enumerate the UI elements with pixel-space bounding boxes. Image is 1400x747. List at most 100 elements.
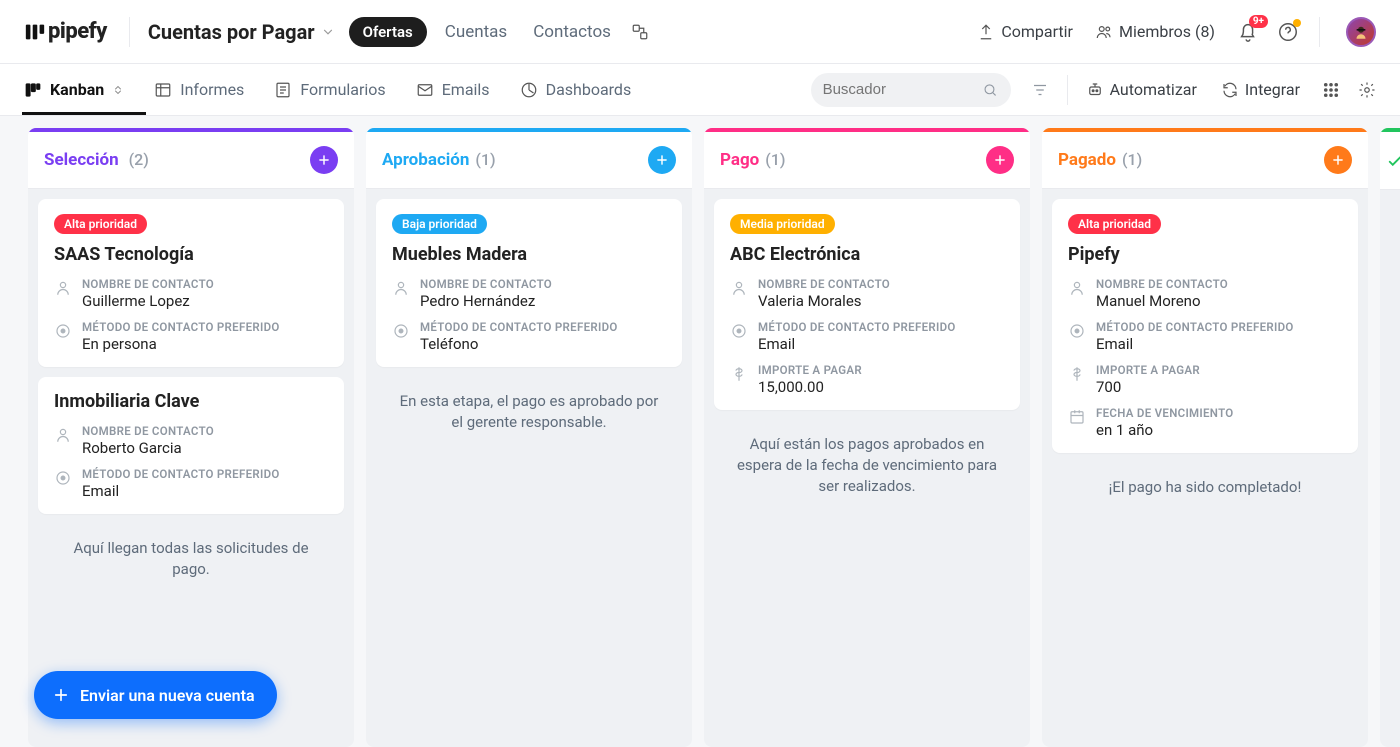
check-icon (1386, 152, 1400, 170)
person-icon (54, 426, 72, 444)
field-label: NOMBRE DE CONTACTO (82, 277, 214, 291)
nav-cuentas[interactable]: Cuentas (445, 22, 507, 42)
field-label: NOMBRE DE CONTACTO (1096, 277, 1228, 291)
column-title: Pago (720, 150, 759, 170)
tab-formularios[interactable]: Formularios (274, 80, 385, 99)
card-abc[interactable]: Media prioridad ABC Electrónica NOMBRE D… (714, 199, 1020, 410)
tab-kanban[interactable]: Kanban (24, 80, 124, 99)
amount-value: 15,000.00 (758, 378, 862, 396)
contact-value: Manuel Moreno (1096, 292, 1228, 310)
add-card-button[interactable] (310, 146, 338, 174)
plus-icon (1331, 153, 1345, 167)
add-card-button[interactable] (986, 146, 1014, 174)
filter-icon[interactable] (1031, 81, 1049, 99)
column-next-peek[interactable] (1380, 128, 1400, 747)
person-icon (392, 279, 410, 297)
divider (129, 17, 130, 47)
card-inmobiliaria[interactable]: Inmobiliaria Clave NOMBRE DE CONTACTORob… (38, 377, 344, 514)
kanban-icon (24, 81, 42, 99)
method-value: Email (758, 335, 956, 353)
mail-icon (416, 81, 434, 99)
due-value: en 1 año (1096, 421, 1234, 439)
plus-icon (993, 153, 1007, 167)
calendar-icon (1068, 408, 1086, 426)
field-label: NOMBRE DE CONTACTO (758, 277, 890, 291)
share-button[interactable]: Compartir (977, 22, 1073, 41)
avatar[interactable] (1346, 17, 1376, 47)
person-icon (1068, 279, 1086, 297)
ofertas-chip[interactable]: Ofertas (349, 17, 427, 47)
field-label: NOMBRE DE CONTACTO (420, 277, 552, 291)
field-label: IMPORTE A PAGAR (758, 363, 862, 377)
chevron-down-icon[interactable] (321, 25, 335, 39)
top-bar: pipefy Cuentas por Pagar Ofertas Cuentas… (0, 0, 1400, 64)
tab-dashboards[interactable]: Dashboards (520, 80, 632, 99)
column-header: Selección (2) (28, 132, 354, 189)
tab-informes[interactable]: Informes (154, 80, 244, 99)
second-bar: Kanban Informes Formularios Emails Dashb… (0, 64, 1400, 116)
automate-button[interactable]: Automatizar (1086, 80, 1197, 99)
card-title: Inmobiliaria Clave (54, 391, 328, 412)
contact-value: Roberto Garcia (82, 439, 214, 457)
search-icon (982, 81, 998, 99)
priority-pill: Media prioridad (730, 214, 835, 234)
column-title: Aprobación (382, 150, 469, 170)
robot-icon (1086, 81, 1104, 99)
card-title: Pipefy (1068, 244, 1342, 265)
dollar-icon (1068, 365, 1086, 383)
apps-icon[interactable] (1322, 81, 1340, 99)
divider (1067, 75, 1068, 105)
method-value: Teléfono (420, 335, 618, 353)
column-aprobacion: Aprobación (1) Baja prioridad Muebles Mad… (366, 128, 692, 747)
plus-icon (655, 153, 669, 167)
column-title: Pagado (1058, 150, 1116, 170)
sort-icon (112, 82, 124, 98)
person-icon (730, 279, 748, 297)
integrate-button[interactable]: Integrar (1221, 80, 1300, 99)
connections-icon[interactable] (631, 23, 649, 41)
priority-pill: Alta prioridad (1068, 214, 1161, 234)
column-count: (1) (765, 150, 785, 169)
card-title: SAAS Tecnología (54, 244, 328, 265)
priority-pill: Baja prioridad (392, 214, 487, 234)
field-label: MÉTODO DE CONTACTO PREFERIDO (420, 320, 618, 334)
search-input[interactable] (823, 81, 983, 98)
column-count: (1) (1122, 150, 1142, 169)
help-button[interactable] (1277, 21, 1299, 43)
logo[interactable]: pipefy (24, 19, 107, 44)
gear-icon[interactable] (1358, 81, 1376, 99)
help-dot (1293, 19, 1301, 27)
add-card-button[interactable] (1324, 146, 1352, 174)
method-value: Email (82, 482, 280, 500)
card-title: Muebles Madera (392, 244, 666, 265)
column-hint: Aquí llegan todas las solicitudes de pag… (38, 524, 344, 594)
tab-kanban-label: Kanban (50, 80, 104, 99)
contact-value: Pedro Hernández (420, 292, 552, 310)
pipe-name[interactable]: Cuentas por Pagar (148, 20, 315, 44)
search-box[interactable] (811, 73, 1011, 107)
refresh-icon (1221, 81, 1239, 99)
share-icon (977, 23, 995, 41)
new-account-fab[interactable]: Enviar una nueva cuenta (34, 671, 277, 719)
column-count: (1) (475, 150, 495, 169)
column-title: Selección (44, 150, 119, 170)
field-label: MÉTODO DE CONTACTO PREFERIDO (82, 467, 280, 481)
radio-icon (54, 322, 72, 340)
table-icon (154, 81, 172, 99)
notifications-button[interactable]: 9+ (1237, 21, 1259, 43)
card-saas[interactable]: Alta prioridad SAAS Tecnología NOMBRE DE… (38, 199, 344, 367)
card-pipefy[interactable]: Alta prioridad Pipefy NOMBRE DE CONTACTO… (1052, 199, 1358, 453)
form-icon (274, 81, 292, 99)
members-button[interactable]: Miembros (8) (1095, 22, 1215, 41)
integrate-label: Integrar (1245, 80, 1300, 99)
tab-emails[interactable]: Emails (416, 80, 490, 99)
dollar-icon (730, 365, 748, 383)
nav-contactos[interactable]: Contactos (533, 22, 611, 42)
column-pago: Pago (1) Media prioridad ABC Electrónica … (704, 128, 1030, 747)
avatar-face-icon (1352, 23, 1370, 41)
priority-pill: Alta prioridad (54, 214, 147, 234)
card-muebles[interactable]: Baja prioridad Muebles Madera NOMBRE DE … (376, 199, 682, 367)
add-card-button[interactable] (648, 146, 676, 174)
field-label: FECHA DE VENCIMIENTO (1096, 406, 1234, 420)
field-label: MÉTODO DE CONTACTO PREFERIDO (758, 320, 956, 334)
